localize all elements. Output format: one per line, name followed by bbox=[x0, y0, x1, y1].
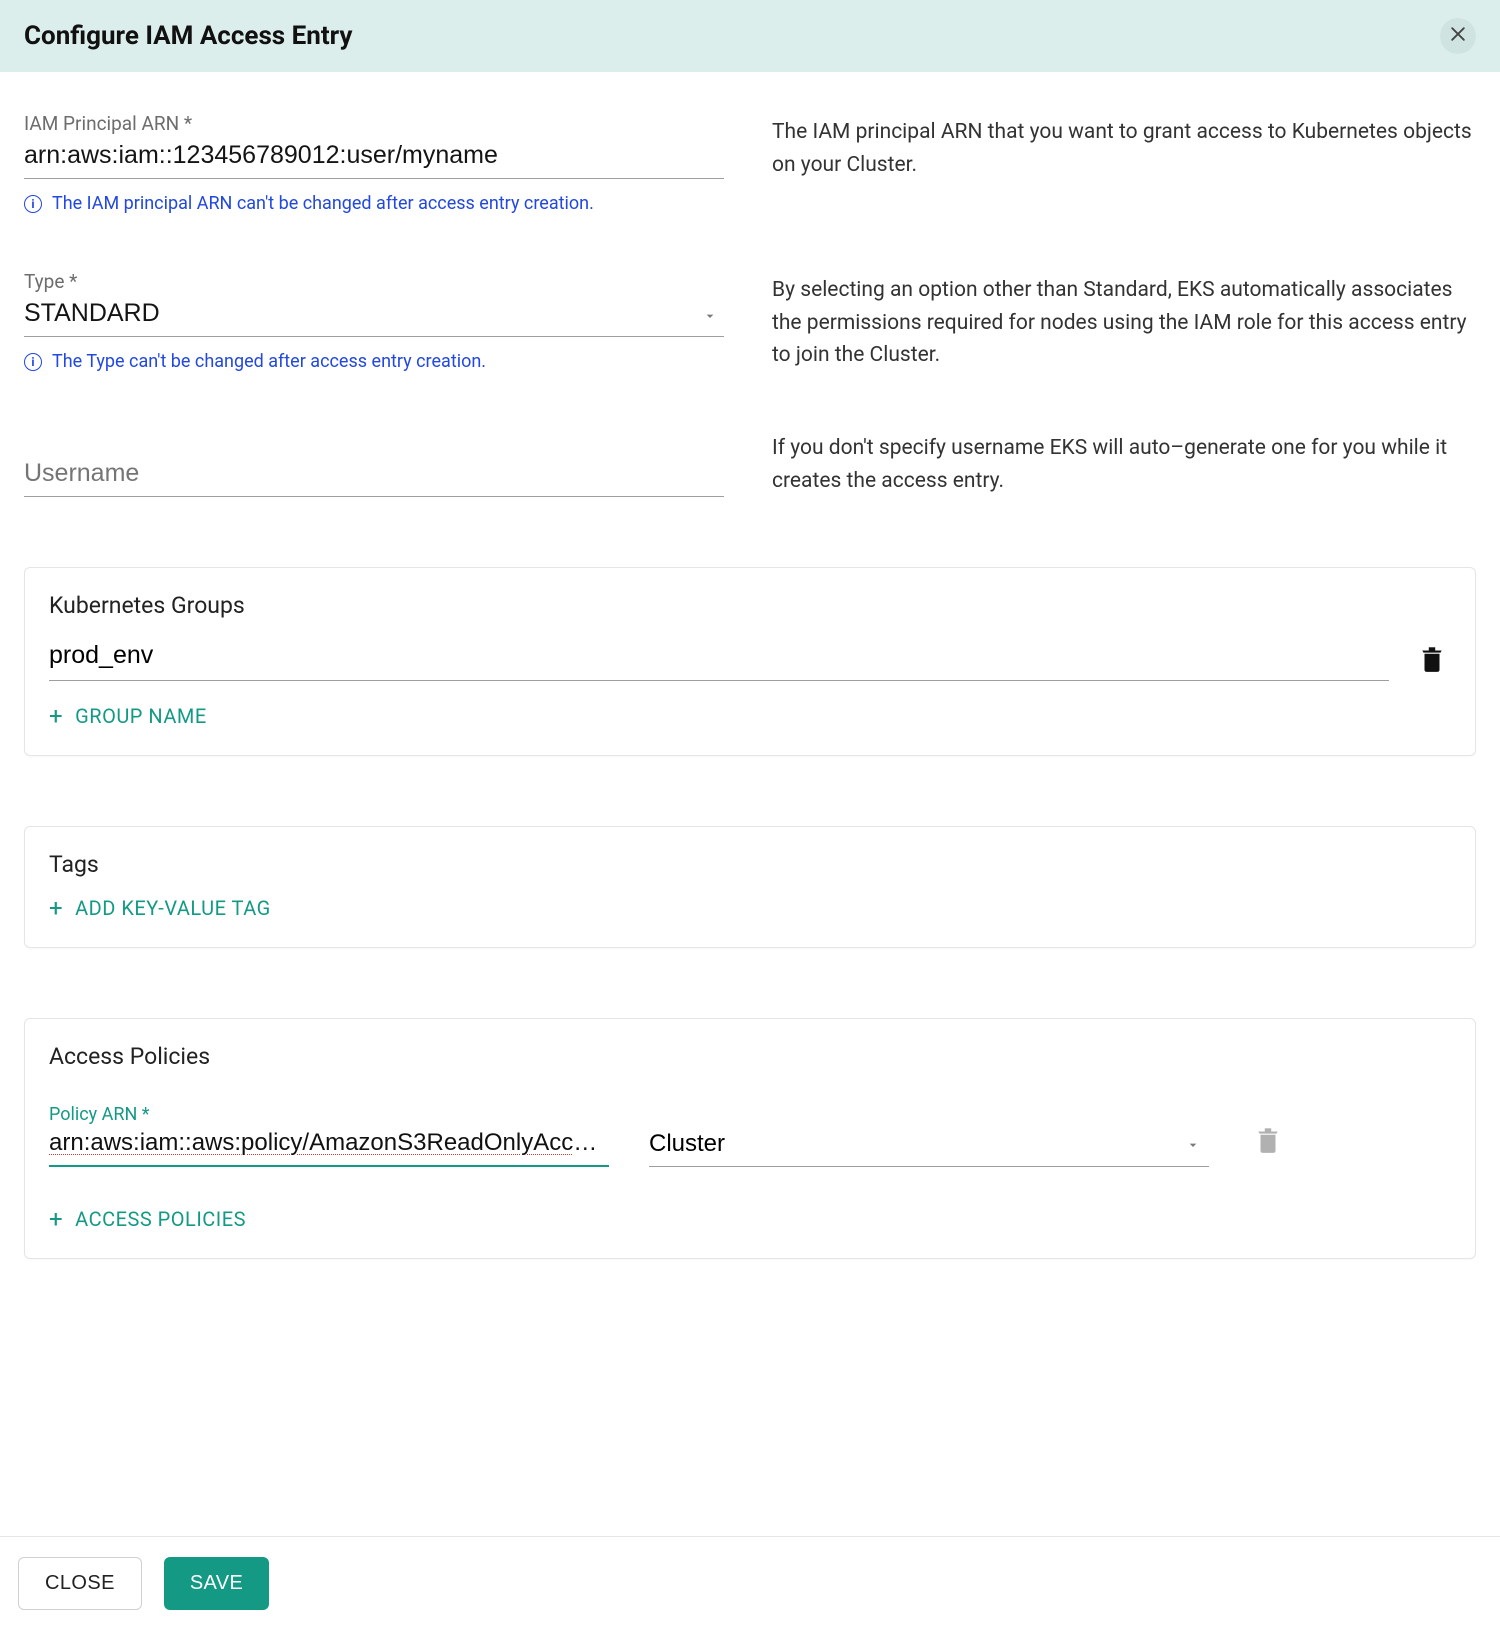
group-name-input[interactable] bbox=[49, 639, 1389, 681]
add-policy-label: ACCESS POLICIES bbox=[75, 1207, 246, 1231]
arn-label: IAM Principal ARN * bbox=[24, 112, 724, 135]
delete-group-button[interactable] bbox=[1413, 637, 1451, 682]
info-icon: i bbox=[24, 195, 42, 213]
username-help-text: If you don't specify username EKS will a… bbox=[772, 428, 1476, 497]
plus-icon: + bbox=[49, 704, 63, 728]
tags-title: Tags bbox=[49, 851, 1451, 878]
policy-arn-label: Policy ARN * bbox=[49, 1104, 609, 1125]
dialog-header: Configure IAM Access Entry bbox=[0, 0, 1500, 72]
card-access-policies: Access Policies Policy ARN * + ACCESS PO… bbox=[24, 1018, 1476, 1259]
arn-input[interactable] bbox=[24, 137, 724, 179]
add-group-label: GROUP NAME bbox=[75, 704, 207, 728]
dialog-body: IAM Principal ARN * i The IAM principal … bbox=[0, 72, 1500, 1499]
add-policy-button[interactable]: + ACCESS POLICIES bbox=[49, 1207, 246, 1231]
group-row bbox=[49, 637, 1451, 682]
policy-scope-select[interactable] bbox=[649, 1128, 1209, 1167]
groups-title: Kubernetes Groups bbox=[49, 592, 1451, 619]
add-group-button[interactable]: + GROUP NAME bbox=[49, 704, 207, 728]
type-label: Type * bbox=[24, 270, 724, 293]
type-help-text: By selecting an option other than Standa… bbox=[772, 270, 1476, 372]
row-principal-arn: IAM Principal ARN * i The IAM principal … bbox=[24, 112, 1476, 214]
row-type: Type * i The Type can't be changed after… bbox=[24, 270, 1476, 372]
username-input[interactable] bbox=[24, 455, 724, 497]
arn-help-text: The IAM principal ARN that you want to g… bbox=[772, 112, 1476, 214]
policy-row: Policy ARN * bbox=[49, 1104, 1451, 1167]
plus-icon: + bbox=[49, 1207, 63, 1231]
chevron-down-icon bbox=[1185, 1134, 1201, 1158]
delete-policy-button[interactable] bbox=[1249, 1118, 1287, 1167]
save-button[interactable]: SAVE bbox=[164, 1557, 269, 1610]
plus-icon: + bbox=[49, 896, 63, 920]
add-tag-label: ADD KEY-VALUE TAG bbox=[75, 896, 271, 920]
trash-icon bbox=[1419, 661, 1445, 676]
trash-icon bbox=[1255, 1142, 1281, 1157]
card-kubernetes-groups: Kubernetes Groups + GROUP NAME bbox=[24, 567, 1476, 756]
add-tag-button[interactable]: + ADD KEY-VALUE TAG bbox=[49, 896, 271, 920]
arn-info-text: The IAM principal ARN can't be changed a… bbox=[52, 193, 594, 214]
row-username: If you don't specify username EKS will a… bbox=[24, 428, 1476, 497]
type-info-text: The Type can't be changed after access e… bbox=[52, 351, 486, 372]
close-button[interactable] bbox=[1440, 18, 1476, 54]
close-icon bbox=[1448, 24, 1468, 49]
policy-arn-input[interactable] bbox=[49, 1127, 609, 1167]
policies-title: Access Policies bbox=[49, 1043, 1451, 1070]
dialog-footer: CLOSE SAVE bbox=[0, 1536, 1500, 1630]
close-footer-button[interactable]: CLOSE bbox=[18, 1557, 142, 1610]
dialog-title: Configure IAM Access Entry bbox=[24, 21, 352, 51]
info-icon: i bbox=[24, 353, 42, 371]
type-select[interactable] bbox=[24, 295, 724, 337]
card-tags: Tags + ADD KEY-VALUE TAG bbox=[24, 826, 1476, 948]
